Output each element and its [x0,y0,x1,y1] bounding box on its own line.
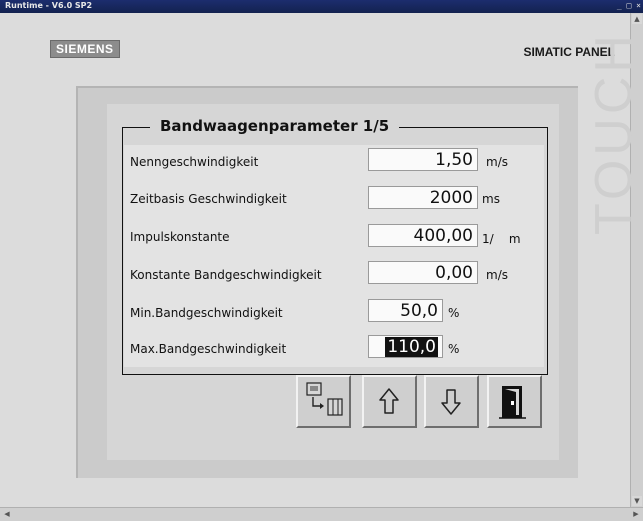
scroll-left-icon[interactable]: ◀ [2,509,12,519]
exit-button[interactable] [487,375,542,428]
exit-door-icon [499,386,526,419]
screen-change-icon [306,382,343,416]
param-unit: 1/ m [482,232,521,246]
param-label: Max.Bandgeschwindigkeit [130,342,287,356]
scroll-right-icon[interactable]: ▶ [631,509,641,519]
param-unit: % [448,342,460,356]
param-label: Impulskonstante [130,230,230,244]
arrow-down-icon [441,389,461,415]
screen-change-button[interactable] [296,375,351,428]
param-value-field[interactable]: 400,00 [368,224,478,247]
param-label: Zeitbasis Geschwindigkeit [130,192,287,206]
siemens-logo: SIEMENS [50,40,120,58]
param-value-field[interactable]: 2000 [368,186,478,209]
param-unit: % [448,306,460,320]
param-label: Konstante Bandgeschwindigkeit [130,268,322,282]
param-value-field[interactable]: 0,00 [368,261,478,284]
param-value-field-selected[interactable]: 110,0 [368,335,443,358]
param-label: Nenngeschwindigkeit [130,155,259,169]
horizontal-scrollbar[interactable]: ◀ ▶ [0,507,643,521]
scroll-down-icon[interactable]: ▼ [632,496,642,506]
param-value-field[interactable]: 50,0 [368,299,443,322]
touch-watermark: TOUCH [585,31,643,235]
window-title-bar: Runtime - V6.0 SP2 _ □ × [0,0,643,13]
window-controls[interactable]: _ □ × [617,1,641,10]
param-value-field[interactable]: 1,50 [368,148,478,171]
arrow-up-icon [379,388,399,414]
page-up-button[interactable] [362,375,417,428]
param-label: Min.Bandgeschwindigkeit [130,306,283,320]
param-unit: m/s [486,155,508,169]
param-unit: m/s [486,268,508,282]
page-down-button[interactable] [424,375,479,428]
selected-value: 110,0 [385,337,438,357]
scroll-up-icon[interactable]: ▲ [632,14,642,24]
param-unit: ms [482,192,500,206]
screen-heading: Bandwaagenparameter 1/5 [150,117,400,135]
window-title: Runtime - V6.0 SP2 [5,1,93,10]
